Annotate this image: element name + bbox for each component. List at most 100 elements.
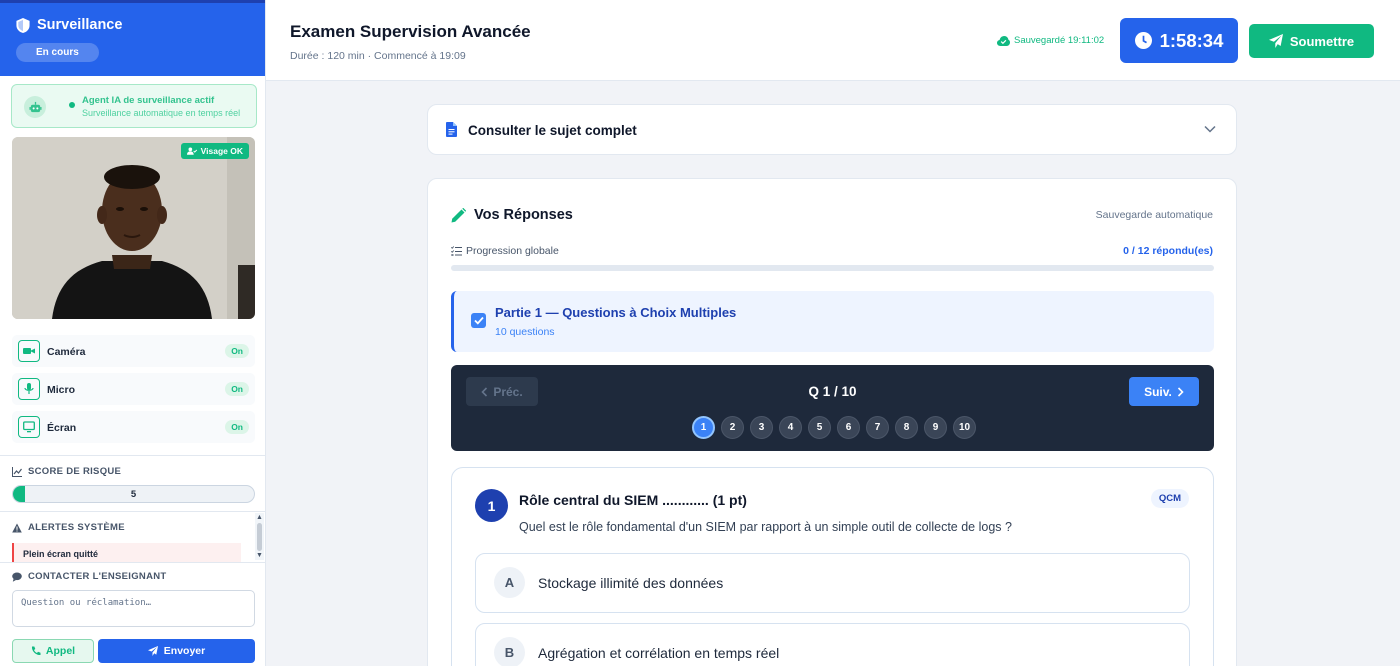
question-type-badge: QCM <box>1150 489 1189 508</box>
exam-header: Examen Supervision Avancée Durée : 120 m… <box>266 0 1400 81</box>
risk-score-title: SCORE DE RISQUE <box>28 466 122 477</box>
question-pager: 1 2 3 4 5 6 7 8 9 10 <box>692 416 976 439</box>
next-question-button[interactable]: Suiv. <box>1129 377 1199 406</box>
option-text: Stockage illimité des données <box>538 575 724 591</box>
paper-plane-icon <box>1268 34 1283 48</box>
chevron-down-icon <box>1204 125 1216 133</box>
question-title: Rôle central du SIEM ............ (1 pt) <box>519 492 747 508</box>
chevron-right-icon <box>1177 386 1184 397</box>
answers-panel: Vos Réponses Sauvegarde automatique Prog… <box>427 178 1237 666</box>
question-pager-dot[interactable]: 5 <box>808 416 831 439</box>
save-status: Sauvegardé 19:11:02 <box>997 35 1104 46</box>
progress-count: 0 / 12 répondu(es) <box>1123 245 1213 257</box>
video-icon <box>18 340 40 362</box>
microphone-icon <box>18 378 40 400</box>
scroll-up-arrow[interactable]: ▲ <box>256 514 263 521</box>
save-status-label: Sauvegardé 19:11:02 <box>1014 35 1105 46</box>
progress-bar <box>451 265 1214 271</box>
progress-label: Progression globale <box>466 245 559 257</box>
call-button[interactable]: Appel <box>12 639 94 663</box>
risk-score-value: 5 <box>130 489 137 500</box>
alerts-scrollbar[interactable]: ▲ ▼ <box>255 513 264 560</box>
subject-label: Consulter le sujet complet <box>468 123 637 138</box>
question-pager-dot[interactable]: 9 <box>924 416 947 439</box>
webcam-person-image <box>12 137 255 319</box>
subject-accordion[interactable]: Consulter le sujet complet <box>427 104 1237 155</box>
answer-option-a[interactable]: A Stockage illimité des données <box>475 553 1190 613</box>
pencil-icon <box>451 207 466 222</box>
part-subtitle: 10 questions <box>495 326 555 338</box>
countdown-timer: 1:58:34 <box>1120 18 1238 63</box>
ai-agent-status: Agent IA de surveillance actif Surveilla… <box>11 84 257 128</box>
divider <box>0 455 266 456</box>
chat-bubble-icon <box>12 572 22 582</box>
message-input[interactable]: Question ou réclamation… <box>12 590 255 627</box>
device-status-badge: On <box>225 344 249 358</box>
risk-score-bar: 5 <box>12 485 255 503</box>
question-pager-dot[interactable]: 6 <box>837 416 860 439</box>
question-pager-dot[interactable]: 2 <box>721 416 744 439</box>
sidebar-title-row: Surveillance <box>16 17 249 33</box>
face-detected-badge: Visage OK <box>180 143 249 159</box>
question-pager-dot[interactable]: 4 <box>779 416 802 439</box>
question-pager-dot[interactable]: 3 <box>750 416 773 439</box>
sidebar: Surveillance En cours Agent IA de survei… <box>0 0 266 666</box>
device-row-microphone: Micro On <box>12 373 255 405</box>
risk-score-heading: SCORE DE RISQUE <box>12 466 121 477</box>
question-position: Q 1 / 10 <box>808 384 857 399</box>
webcam-feed: Visage OK <box>12 137 255 319</box>
agent-title: Agent IA de surveillance actif <box>82 95 215 106</box>
face-badge-label: Visage OK <box>200 146 243 156</box>
question-navigator: Préc. Q 1 / 10 Suiv. 1 2 3 4 5 6 7 8 9 10 <box>451 365 1214 451</box>
device-row-screen: Écran On <box>12 411 255 443</box>
shield-icon <box>16 17 30 33</box>
question-pager-dot[interactable]: 7 <box>866 416 889 439</box>
clock-icon <box>1134 32 1152 49</box>
device-status-badge: On <box>225 382 249 396</box>
robot-icon <box>24 96 46 118</box>
user-check-icon <box>186 147 197 155</box>
exam-subtitle: Durée : 120 min · Commencé à 19:09 <box>290 50 466 62</box>
answers-title: Vos Réponses <box>474 207 573 223</box>
option-letter: B <box>494 637 525 666</box>
list-check-icon <box>451 246 462 256</box>
send-button[interactable]: Envoyer <box>98 639 255 663</box>
progress-label-row: Progression globale <box>451 245 559 257</box>
auto-save-label: Sauvegarde automatique <box>1095 209 1213 221</box>
cloud-check-icon <box>997 35 1010 46</box>
device-status-badge: On <box>225 420 249 434</box>
document-icon <box>446 122 457 137</box>
device-label: Micro <box>47 384 76 396</box>
agent-active-dot <box>69 102 75 108</box>
submit-button-label: Soumettre <box>1289 33 1355 49</box>
answer-option-b[interactable]: B Agrégation et corrélation en temps rée… <box>475 623 1190 666</box>
submit-button[interactable]: Soumettre <box>1249 24 1374 58</box>
question-text: Quel est le rôle fondamental d'un SIEM p… <box>519 520 1012 534</box>
next-label: Suiv. <box>1144 384 1172 399</box>
alert-item: Plein écran quitté <box>12 543 241 563</box>
device-label: Écran <box>47 422 77 434</box>
contact-heading: CONTACTER L'ENSEIGNANT <box>12 571 167 582</box>
agent-subtitle: Surveillance automatique en temps réel <box>82 108 241 118</box>
question-pager-dot[interactable]: 1 <box>692 416 715 439</box>
scrollbar-thumb[interactable] <box>257 523 262 551</box>
alerts-heading: ALERTES SYSTÈME <box>12 522 125 533</box>
scroll-down-arrow[interactable]: ▼ <box>256 552 263 559</box>
question-number: 1 <box>475 489 508 522</box>
part-title: Partie 1 — Questions à Choix Multiples <box>495 305 737 320</box>
alerts-title: ALERTES SYSTÈME <box>28 522 125 533</box>
checkbox-checked-icon <box>471 313 486 328</box>
call-button-label: Appel <box>45 645 76 657</box>
divider <box>0 562 266 563</box>
question-pager-dot[interactable]: 10 <box>953 416 976 439</box>
device-row-camera: Caméra On <box>12 335 255 367</box>
question-card: 1 Rôle central du SIEM ............ (1 p… <box>451 467 1214 666</box>
chart-line-icon <box>12 466 22 477</box>
divider <box>0 511 266 512</box>
sidebar-header: Surveillance En cours <box>0 0 265 76</box>
exam-title: Examen Supervision Avancée <box>290 22 531 41</box>
paper-plane-icon <box>147 646 158 656</box>
question-pager-dot[interactable]: 8 <box>895 416 918 439</box>
sidebar-title: Surveillance <box>37 17 123 33</box>
warning-triangle-icon <box>12 523 22 532</box>
